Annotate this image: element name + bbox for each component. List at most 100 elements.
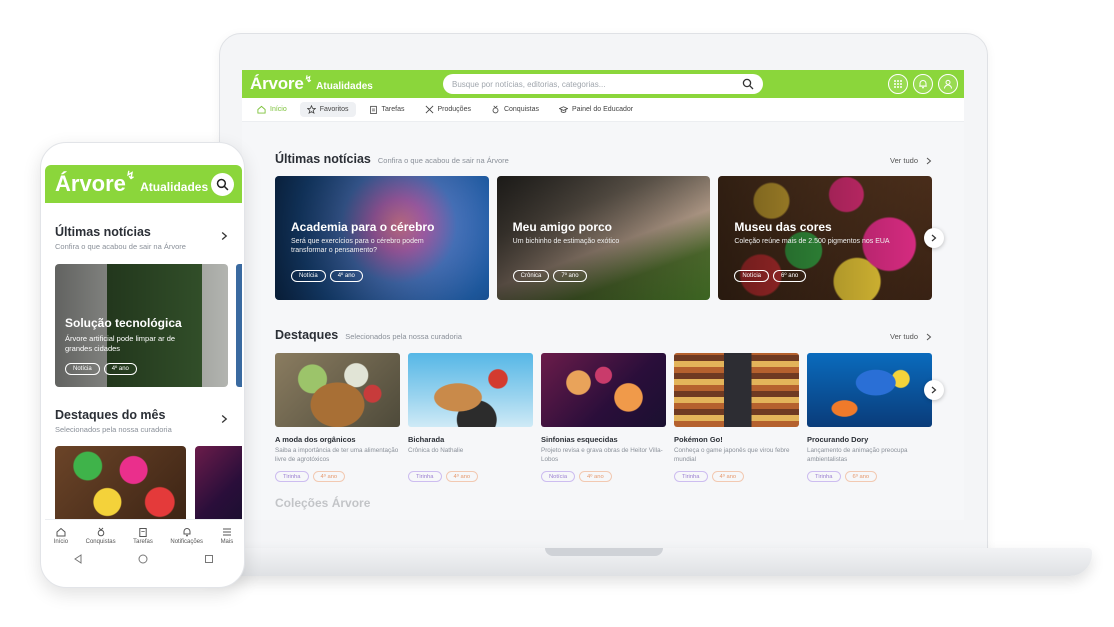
news-card[interactable]: Meu amigo porco Um bichinho de estimação… xyxy=(496,176,711,300)
nav-producoes[interactable]: Produções xyxy=(418,102,478,117)
showcase: Árvore ↯ Atualidades Busque por notícias… xyxy=(0,0,1114,627)
category-tag[interactable]: Tirinha xyxy=(275,471,309,482)
back-icon[interactable] xyxy=(73,554,83,564)
profile-icon[interactable] xyxy=(938,74,958,94)
card-description: Saiba a importância de ter uma alimentaç… xyxy=(275,447,399,463)
home-icon xyxy=(56,527,66,536)
nav-conquistas[interactable]: Conquistas xyxy=(484,102,546,117)
see-all-label: Ver tudo xyxy=(890,156,918,165)
category-tag[interactable]: Tirinha xyxy=(807,471,841,482)
section-title: Destaques xyxy=(275,328,339,342)
nav-tarefas[interactable]: Tarefas xyxy=(362,102,412,117)
section-subtitle: Selecionados pela nossa curadoria xyxy=(55,425,172,434)
chevron-right-icon xyxy=(221,232,228,240)
news-card[interactable]: Museu das cores Coleção reúne mais de 2.… xyxy=(718,176,933,300)
brand-name: Árvore xyxy=(55,171,126,196)
nav-label: Início xyxy=(270,106,287,113)
category-tag[interactable]: Tirinha xyxy=(408,471,442,482)
section-name: Atualidades xyxy=(140,180,209,194)
section-name: Atualidades xyxy=(316,81,373,92)
brand-logo[interactable]: Árvore ↯ Atualidades xyxy=(250,74,373,94)
section-subtitle: Confira o que acabou de sair na Árvore xyxy=(55,242,186,251)
category-tag[interactable]: Crônica xyxy=(512,270,550,282)
card-description: Um bichinho de estimação exótico xyxy=(512,238,620,245)
tab-mais[interactable]: Mais xyxy=(221,527,233,545)
nav-label: Tarefas xyxy=(381,106,405,113)
phone-header: Árvore ↯ Atualidades xyxy=(45,165,242,203)
clipboard-icon xyxy=(369,105,377,114)
card-description: Coleção reúne mais de 2.500 pigmentos no… xyxy=(734,238,890,245)
search-button[interactable] xyxy=(211,173,234,196)
phone-latest-header[interactable]: Últimas notícias Confira o que acabou de… xyxy=(45,225,242,251)
chevron-right-icon xyxy=(221,415,228,423)
card-tags: Tirinha 4º ano xyxy=(275,471,400,482)
tab-label: Notificações xyxy=(170,538,204,545)
tab-conquistas[interactable]: Conquistas xyxy=(86,527,116,545)
highlight-card[interactable]: Pokémon Go! Conheça o game japonês que v… xyxy=(674,353,799,482)
carousel-next-button[interactable] xyxy=(924,228,944,248)
apps-grid-icon[interactable] xyxy=(888,74,908,94)
recents-icon[interactable] xyxy=(204,554,214,564)
phone-month-header[interactable]: Destaques do mês Selecionados pela nossa… xyxy=(45,408,242,434)
category-tag[interactable]: Tirinha xyxy=(674,471,708,482)
home-circle-icon[interactable] xyxy=(138,554,148,564)
search-input[interactable] xyxy=(452,79,742,89)
bell-icon xyxy=(183,527,191,536)
tab-notificacoes[interactable]: Notificações xyxy=(170,527,203,545)
phone-tab-bar: Início Conquistas Tarefas Notificações M… xyxy=(45,519,242,549)
grade-tag[interactable]: 4º ano xyxy=(329,270,363,282)
highlights-carousel: A moda dos orgânicos Saiba a importância… xyxy=(275,353,944,482)
highlight-card[interactable]: Sinfonias esquecidas Projeto revisa e gr… xyxy=(541,353,666,482)
carousel-next-button[interactable] xyxy=(924,380,944,400)
phone-news-card[interactable]: Solução tecnológica Árvore artificial po… xyxy=(55,264,228,387)
nav-painel-educador[interactable]: Painel do Educador xyxy=(552,102,640,117)
section-title: Destaques do mês xyxy=(55,408,166,422)
grade-tag[interactable]: 4º ano xyxy=(711,471,745,482)
news-card[interactable]: Academia para o cérebro Será que exercíc… xyxy=(275,176,489,300)
grade-tag[interactable]: 6º ano xyxy=(844,471,878,482)
card-image xyxy=(408,353,533,427)
grade-tag[interactable]: 4º ano xyxy=(579,471,612,482)
category-tag[interactable]: Notícia xyxy=(65,363,100,375)
category-tag[interactable]: Notícia xyxy=(291,270,326,282)
grade-tag[interactable]: 7º ano xyxy=(553,270,587,282)
latest-news-header: Últimas notícias Confira o que acabou de… xyxy=(275,152,932,170)
tab-inicio[interactable]: Início xyxy=(54,527,68,545)
month-card-image[interactable] xyxy=(55,446,186,526)
collections-header: Coleções Árvore xyxy=(275,496,371,510)
see-all-link[interactable]: Ver tudo xyxy=(890,156,932,165)
grade-tag[interactable]: 6º ano xyxy=(773,270,807,282)
highlight-card[interactable]: Procurando Dory Lançamento de animação p… xyxy=(807,353,932,482)
top-bar: Árvore ↯ Atualidades xyxy=(242,70,964,98)
nav-label: Produções xyxy=(437,106,471,113)
card-image xyxy=(275,353,400,427)
category-tag[interactable]: Notícia xyxy=(541,471,576,482)
card-tags: Crônica 7º ano xyxy=(512,270,587,282)
grade-tag[interactable]: 4º ano xyxy=(445,471,479,482)
card-image xyxy=(674,353,799,427)
highlight-card[interactable]: Bicharada Crônica do Nathalie Tirinha 4º… xyxy=(408,353,533,482)
card-description: Árvore artificial pode limpar ar de gran… xyxy=(65,334,176,354)
grade-tag[interactable]: 4º ano xyxy=(103,363,137,375)
chevron-right-icon xyxy=(926,333,932,340)
home-icon xyxy=(257,105,266,114)
card-text: Meu amigo porco Um bichinho de estimação… xyxy=(513,220,671,246)
see-all-link[interactable]: Ver tudo xyxy=(890,332,932,341)
card-text: Museu das cores Coleção reúne mais de 2.… xyxy=(734,220,892,246)
android-nav-bar xyxy=(45,548,242,570)
tab-tarefas[interactable]: Tarefas xyxy=(133,527,153,545)
card-tags: Tirinha 4º ano xyxy=(674,471,799,482)
grade-tag[interactable]: 4º ano xyxy=(312,471,346,482)
month-card-image[interactable] xyxy=(195,446,242,526)
nav-inicio[interactable]: Início xyxy=(250,102,294,117)
main-nav: Início Favoritos Tarefas Produções Conqu… xyxy=(242,98,964,122)
card-text: Academia para o cérebro Será que exercíc… xyxy=(291,220,449,256)
category-tag[interactable]: Notícia xyxy=(734,270,770,282)
bell-icon[interactable] xyxy=(913,74,933,94)
highlight-card[interactable]: A moda dos orgânicos Saiba a importância… xyxy=(275,353,400,482)
card-tags: Notícia 4º ano xyxy=(541,471,666,482)
laptop-notch xyxy=(545,548,663,556)
search-icon[interactable] xyxy=(742,78,754,90)
search-bar[interactable] xyxy=(443,74,763,94)
nav-favoritos[interactable]: Favoritos xyxy=(299,102,356,117)
